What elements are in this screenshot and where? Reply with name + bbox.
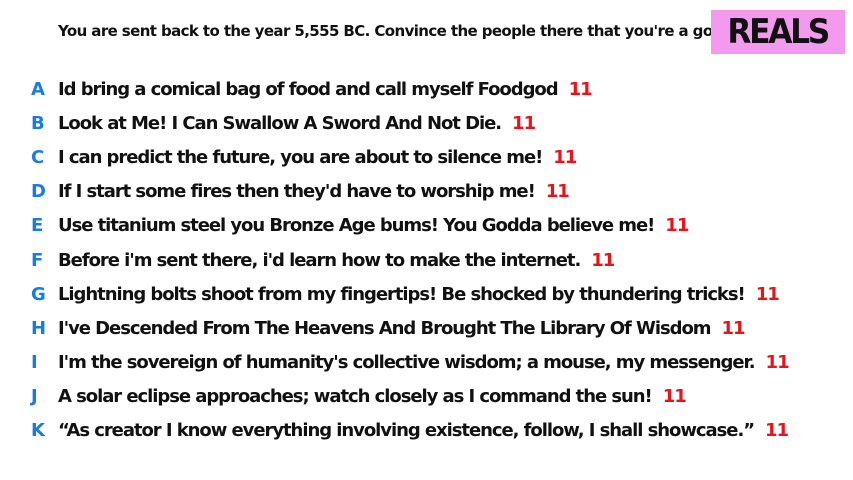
answer-line: Lightning bolts shoot from my fingertips… [58, 283, 780, 305]
answer-letter: B [31, 112, 45, 134]
answer-letter: G [31, 283, 46, 305]
reals-badge-label: REALS [727, 12, 831, 52]
answer-line: Look at Me! I Can Swallow A Sword And No… [58, 112, 536, 134]
answer-letter: I [31, 352, 38, 374]
answer-score: 11 [662, 386, 687, 408]
answer-score: 11 [568, 78, 593, 100]
answer-score: 11 [553, 146, 577, 168]
answer-item-e[interactable]: E Use titanium steel you Bronze Age bums… [0, 209, 853, 243]
answer-line: Before i'm sent there, i'd learn how to … [58, 249, 615, 271]
answer-item-c[interactable]: C I can predict the future, you are abou… [0, 140, 853, 174]
answer-line: I've Descended From The Heavens And Brou… [58, 317, 746, 339]
answer-letter: K [31, 420, 45, 442]
answer-letter: J [31, 386, 38, 408]
answer-text: Id bring a comical bag of food and call … [58, 78, 559, 100]
answer-letter: A [31, 78, 45, 100]
answer-item-j[interactable]: J A solar eclipse approaches; watch clos… [0, 380, 853, 414]
answer-score: 11 [545, 181, 570, 203]
answer-line: I can predict the future, you are about … [58, 146, 577, 168]
answer-text: If I start some fires then they'd have t… [58, 181, 536, 203]
answer-text: Lightning bolts shoot from my fingertips… [58, 283, 746, 305]
answer-item-i[interactable]: I I'm the sovereign of humanity's collec… [0, 346, 853, 380]
answer-text: Before i'm sent there, i'd learn how to … [58, 249, 581, 271]
answer-score: 11 [765, 420, 789, 442]
answer-line: Use titanium steel you Bronze Age bums! … [58, 215, 689, 237]
answer-letter: C [31, 146, 44, 168]
answer-letter: H [31, 317, 46, 339]
answer-list: A Id bring a comical bag of food and cal… [0, 72, 853, 448]
answer-score: 11 [512, 112, 536, 134]
answer-line: Id bring a comical bag of food and call … [58, 78, 593, 100]
answer-item-b[interactable]: B Look at Me! I Can Swallow A Sword And … [0, 106, 853, 140]
question-prompt: You are sent back to the year 5,555 BC. … [58, 22, 728, 40]
answer-line: I'm the sovereign of humanity's collecti… [58, 352, 790, 374]
answer-item-h[interactable]: H I've Descended From The Heavens And Br… [0, 311, 853, 345]
answer-score: 11 [591, 249, 615, 271]
answer-item-f[interactable]: F Before i'm sent there, i'd learn how t… [0, 243, 853, 277]
answer-text: I'm the sovereign of humanity's collecti… [58, 352, 756, 374]
answer-score: 11 [665, 215, 689, 237]
answer-score: 11 [765, 352, 790, 374]
answer-line: If I start some fires then they'd have t… [58, 181, 570, 203]
answer-letter: E [31, 215, 43, 237]
answer-text: “As creator I know everything involving … [58, 420, 755, 442]
answer-line: A solar eclipse approaches; watch closel… [58, 386, 687, 408]
answer-item-a[interactable]: A Id bring a comical bag of food and cal… [0, 72, 853, 106]
answer-item-g[interactable]: G Lightning bolts shoot from my fingerti… [0, 277, 853, 311]
answer-text: I've Descended From The Heavens And Brou… [58, 317, 712, 339]
answer-item-d[interactable]: D If I start some fires then they'd have… [0, 175, 853, 209]
answer-text: I can predict the future, you are about … [58, 146, 543, 168]
answer-text: Use titanium steel you Bronze Age bums! … [58, 215, 655, 237]
answer-letter: F [31, 249, 43, 271]
answer-item-k[interactable]: K “As creator I know everything involvin… [0, 414, 853, 448]
answer-letter: D [31, 181, 46, 203]
answer-text: A solar eclipse approaches; watch closel… [58, 386, 653, 408]
answer-line: “As creator I know everything involving … [58, 420, 789, 442]
reals-badge: REALS [711, 10, 845, 54]
answer-score: 11 [721, 317, 745, 339]
answer-text: Look at Me! I Can Swallow A Sword And No… [58, 112, 502, 134]
answer-score: 11 [755, 283, 780, 305]
